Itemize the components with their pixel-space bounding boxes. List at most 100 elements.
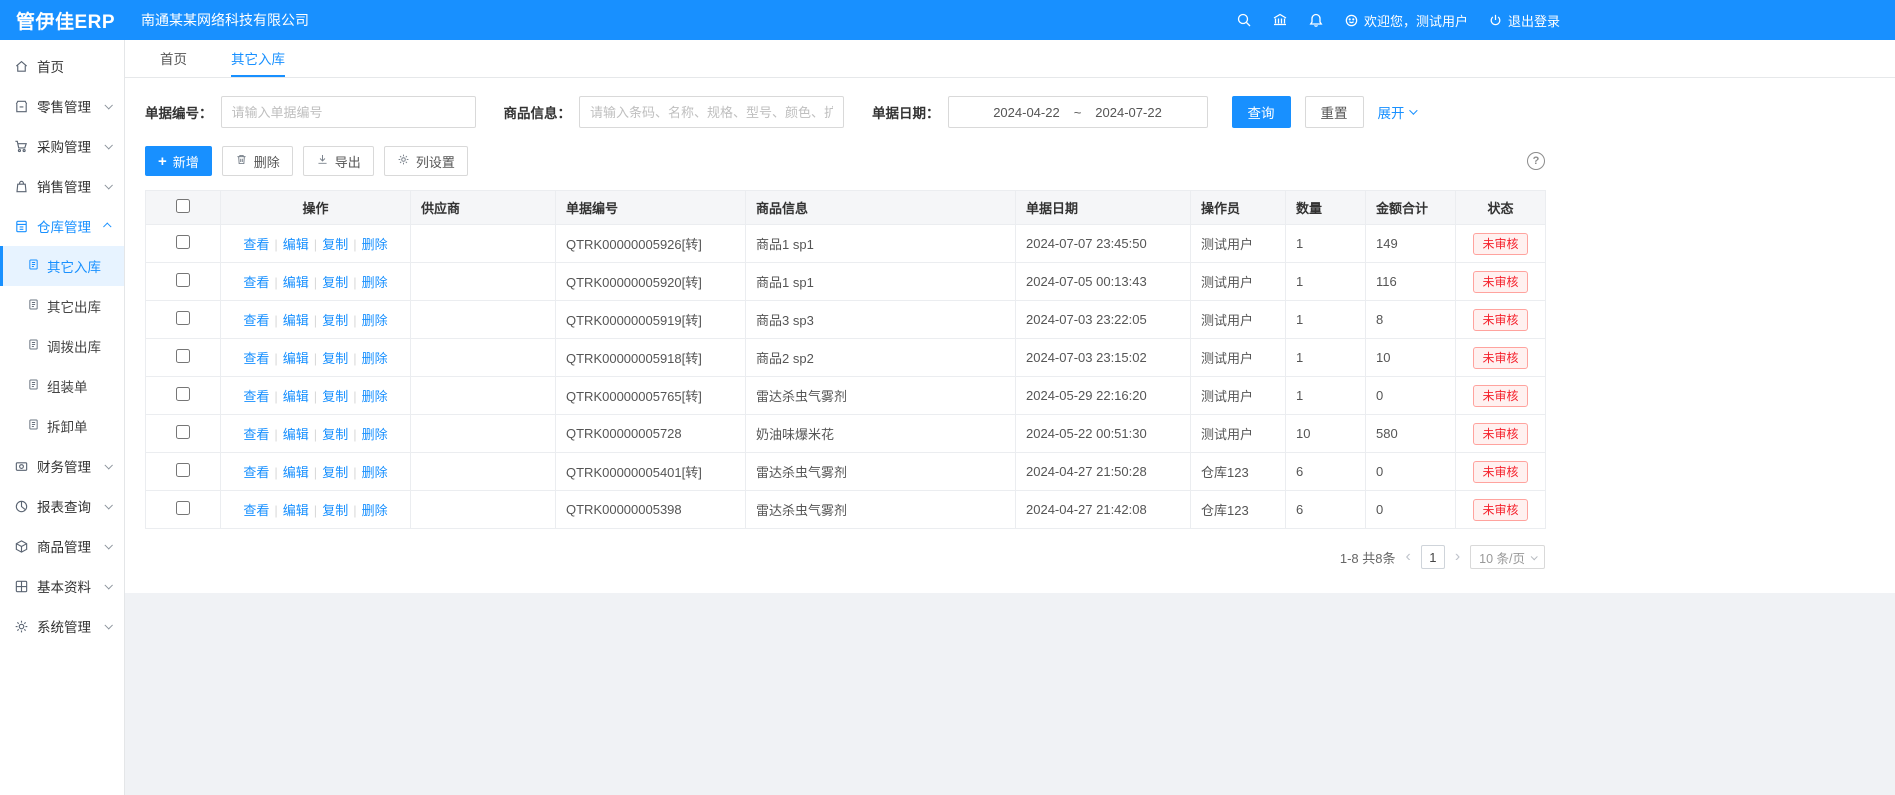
delete-link[interactable]: 删除 xyxy=(362,389,388,404)
expand-link[interactable]: 展开 xyxy=(1378,102,1415,122)
view-link[interactable]: 查看 xyxy=(243,427,269,442)
date-end[interactable]: 2024-07-22 xyxy=(1095,105,1162,120)
status-badge: 未审核 xyxy=(1473,461,1527,483)
sidebar-subitem-other-outbound[interactable]: 其它出库 xyxy=(0,286,124,326)
copy-link[interactable]: 复制 xyxy=(322,313,348,328)
date-range-picker[interactable]: 2024-04-22 ~ 2024-07-22 xyxy=(948,96,1208,128)
delete-link[interactable]: 删除 xyxy=(362,427,388,442)
row-checkbox[interactable] xyxy=(176,273,190,287)
sidebar-item-purchase[interactable]: 采购管理 xyxy=(0,126,124,166)
sidebar-subitem-transfer-outbound[interactable]: 调拨出库 xyxy=(0,326,124,366)
edit-link[interactable]: 编辑 xyxy=(283,465,309,480)
bill-no-cell: QTRK00000005926[转] xyxy=(556,225,746,263)
view-link[interactable]: 查看 xyxy=(243,465,269,480)
delete-link[interactable]: 删除 xyxy=(362,275,388,290)
edit-link[interactable]: 编辑 xyxy=(283,503,309,518)
warehouse-icon xyxy=(14,219,29,234)
page-number[interactable]: 1 xyxy=(1421,545,1445,569)
copy-link[interactable]: 复制 xyxy=(322,503,348,518)
copy-link[interactable]: 复制 xyxy=(322,275,348,290)
delete-link[interactable]: 删除 xyxy=(362,237,388,252)
sidebar-item-finance[interactable]: 财务管理 xyxy=(0,446,124,486)
page-size-select[interactable]: 10 条/页 xyxy=(1470,545,1545,569)
search-icon[interactable] xyxy=(1236,12,1252,28)
product-info-input[interactable] xyxy=(579,96,844,128)
sidebar-item-retail[interactable]: 零售管理 xyxy=(0,86,124,126)
operator-cell: 测试用户 xyxy=(1191,377,1286,415)
copy-link[interactable]: 复制 xyxy=(322,237,348,252)
tab-home[interactable]: 首页 xyxy=(160,40,187,77)
row-checkbox[interactable] xyxy=(176,463,190,477)
row-checkbox[interactable] xyxy=(176,501,190,515)
search-button[interactable]: 查询 xyxy=(1232,96,1291,128)
action-cell: 查看|编辑|复制|删除 xyxy=(221,415,411,453)
row-checkbox[interactable] xyxy=(176,425,190,439)
sidebar-item-system[interactable]: 系统管理 xyxy=(0,606,124,646)
help-icon[interactable]: ? xyxy=(1527,152,1545,170)
supplier-cell xyxy=(411,415,556,453)
select-all-checkbox[interactable] xyxy=(176,199,190,213)
sidebar-item-reports[interactable]: 报表查询 xyxy=(0,486,124,526)
add-button[interactable]: + 新增 xyxy=(145,146,212,176)
action-cell: 查看|编辑|复制|删除 xyxy=(221,377,411,415)
edit-link[interactable]: 编辑 xyxy=(283,427,309,442)
logout-button[interactable]: 退出登录 xyxy=(1488,11,1560,30)
edit-link[interactable]: 编辑 xyxy=(283,313,309,328)
date-start[interactable]: 2024-04-22 xyxy=(993,105,1060,120)
date-cell: 2024-07-03 23:15:02 xyxy=(1016,339,1191,377)
delete-link[interactable]: 删除 xyxy=(362,351,388,366)
edit-link[interactable]: 编辑 xyxy=(283,275,309,290)
copy-link[interactable]: 复制 xyxy=(322,427,348,442)
app-logo[interactable]: 管伊佳ERP xyxy=(0,7,125,34)
view-link[interactable]: 查看 xyxy=(243,389,269,404)
bill-no-input[interactable] xyxy=(221,96,476,128)
amount-cell: 0 xyxy=(1366,491,1456,529)
bell-icon[interactable] xyxy=(1308,12,1324,28)
sidebar-subitem-other-inbound[interactable]: 其它入库 xyxy=(0,246,124,286)
reset-button[interactable]: 重置 xyxy=(1305,96,1364,128)
row-checkbox[interactable] xyxy=(176,235,190,249)
view-link[interactable]: 查看 xyxy=(243,275,269,290)
copy-link[interactable]: 复制 xyxy=(322,389,348,404)
copy-link[interactable]: 复制 xyxy=(322,351,348,366)
sidebar-item-warehouse[interactable]: 仓库管理 xyxy=(0,206,124,246)
row-checkbox[interactable] xyxy=(176,349,190,363)
table-row: 查看|编辑|复制|删除 QTRK00000005765[转] 雷达杀虫气雾剂 2… xyxy=(146,377,1546,415)
edit-link[interactable]: 编辑 xyxy=(283,351,309,366)
product-cell: 雷达杀虫气雾剂 xyxy=(746,491,1016,529)
delete-link[interactable]: 删除 xyxy=(362,465,388,480)
view-link[interactable]: 查看 xyxy=(243,503,269,518)
main-content: 首页 其它入库 单据编号： 商品信息： 单据日期： 2024-04-22 ~ 2… xyxy=(125,40,1895,795)
sidebar-subitem-assembly[interactable]: 组装单 xyxy=(0,366,124,406)
table-row: 查看|编辑|复制|删除 QTRK00000005920[转] 商品1 sp1 2… xyxy=(146,263,1546,301)
view-link[interactable]: 查看 xyxy=(243,313,269,328)
bank-icon[interactable] xyxy=(1272,12,1288,28)
edit-link[interactable]: 编辑 xyxy=(283,389,309,404)
tab-bar: 首页 其它入库 xyxy=(125,40,1895,78)
tab-other-inbound[interactable]: 其它入库 xyxy=(231,40,285,77)
pagination-total: 1-8 共8条 xyxy=(1340,548,1396,567)
column-settings-button[interactable]: 列设置 xyxy=(384,146,468,176)
action-cell: 查看|编辑|复制|删除 xyxy=(221,301,411,339)
export-button[interactable]: 导出 xyxy=(303,146,374,176)
row-checkbox[interactable] xyxy=(176,387,190,401)
edit-link[interactable]: 编辑 xyxy=(283,237,309,252)
sidebar-item-sales[interactable]: 销售管理 xyxy=(0,166,124,206)
sidebar-item-basic-data[interactable]: 基本资料 xyxy=(0,566,124,606)
prev-page-arrow[interactable]: ‹ xyxy=(1405,549,1410,565)
delete-link[interactable]: 删除 xyxy=(362,503,388,518)
delete-link[interactable]: 删除 xyxy=(362,313,388,328)
sidebar-item-home[interactable]: 首页 xyxy=(0,46,124,86)
row-checkbox[interactable] xyxy=(176,311,190,325)
copy-link[interactable]: 复制 xyxy=(322,465,348,480)
view-link[interactable]: 查看 xyxy=(243,351,269,366)
sidebar-subitem-disassembly[interactable]: 拆卸单 xyxy=(0,406,124,446)
product-cell: 商品1 sp1 xyxy=(746,225,1016,263)
bill-no-cell: QTRK00000005918[转] xyxy=(556,339,746,377)
sidebar-item-products[interactable]: 商品管理 xyxy=(0,526,124,566)
view-link[interactable]: 查看 xyxy=(243,237,269,252)
delete-button[interactable]: 删除 xyxy=(222,146,293,176)
welcome-user[interactable]: 欢迎您，测试用户 xyxy=(1344,11,1468,30)
next-page-arrow[interactable]: › xyxy=(1455,549,1460,565)
pagination: 1-8 共8条 ‹ 1 › 10 条/页 xyxy=(145,545,1545,569)
